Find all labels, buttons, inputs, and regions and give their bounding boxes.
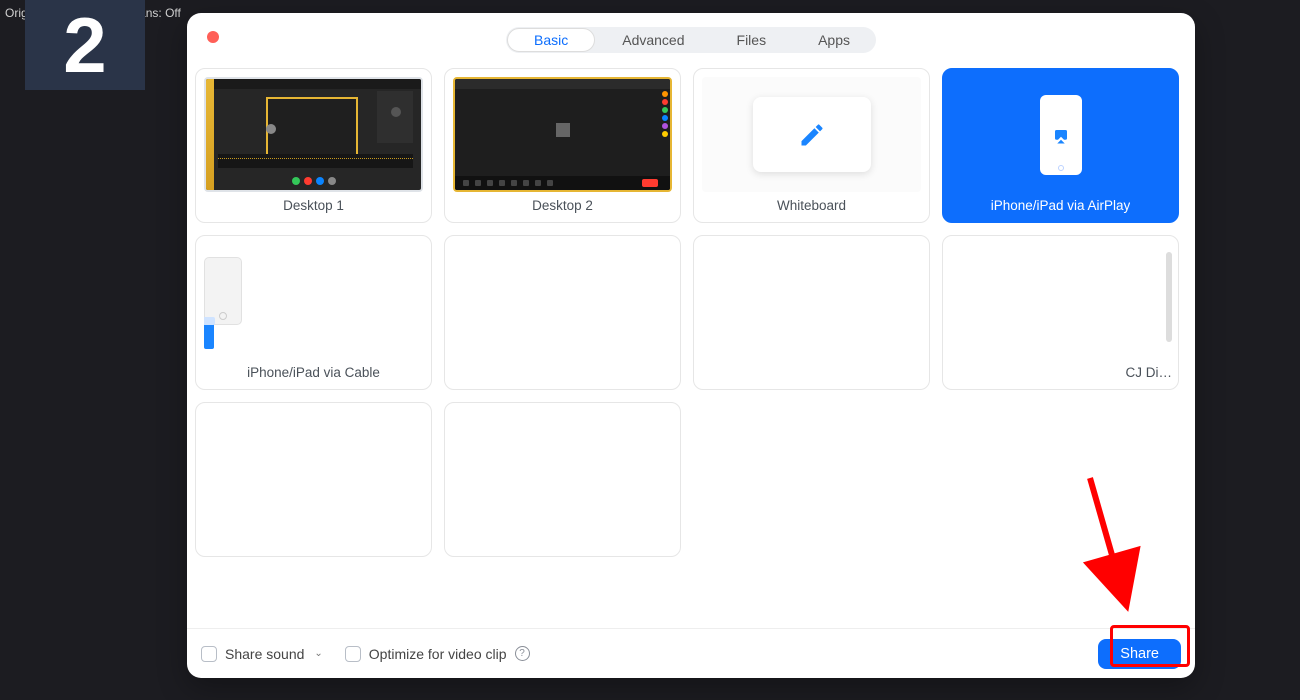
phone-icon [1040, 95, 1082, 175]
tab-files[interactable]: Files [711, 27, 793, 53]
chevron-down-icon[interactable]: ⌄ [314, 648, 322, 659]
source-iphone-cable[interactable]: iPhone/iPad via Cable [195, 235, 432, 390]
checkbox-icon [201, 646, 217, 662]
share-sources-grid: Desktop 1 Desktop 2 Whiteboard [187, 58, 1195, 628]
thumbnail-whiteboard [702, 77, 921, 192]
thumbnail-blank [453, 244, 672, 359]
tab-basic[interactable]: Basic [507, 28, 595, 52]
source-blank-3[interactable] [195, 402, 432, 557]
source-desktop-1[interactable]: Desktop 1 [195, 68, 432, 223]
thumbnail-desktop-2 [453, 77, 672, 192]
source-label: iPhone/iPad via Cable [247, 365, 380, 380]
source-iphone-airplay[interactable]: iPhone/iPad via AirPlay [942, 68, 1179, 223]
airplay-icon [1052, 127, 1070, 145]
share-sound-checkbox[interactable]: Share sound ⌄ [201, 646, 323, 662]
close-icon[interactable] [207, 31, 219, 43]
thumbnail-blank [702, 244, 921, 359]
cable-icon [204, 323, 214, 349]
share-button[interactable]: Share [1098, 639, 1181, 669]
share-sound-label: Share sound [225, 646, 304, 662]
thumbnail-window: n [453, 411, 672, 526]
modal-header: Basic Advanced Files Apps [187, 13, 1195, 58]
phone-icon [204, 257, 242, 325]
tab-advanced[interactable]: Advanced [596, 27, 710, 53]
window-traffic-lights[interactable] [207, 31, 219, 43]
checkbox-icon [345, 646, 361, 662]
category-tabs: Basic Advanced Files Apps [506, 27, 876, 53]
modal-footer: Share sound ⌄ Optimize for video clip ? … [187, 628, 1195, 678]
optimize-label: Optimize for video clip [369, 646, 507, 662]
source-whiteboard[interactable]: Whiteboard [693, 68, 930, 223]
source-window-n[interactable]: n [444, 402, 681, 557]
help-icon[interactable]: ? [515, 646, 530, 661]
source-window-truncated[interactable]: CJ Di… [942, 235, 1179, 390]
source-label: Desktop 2 [532, 198, 593, 213]
thumbnail-airplay [951, 77, 1170, 192]
source-label: iPhone/iPad via AirPlay [991, 198, 1131, 213]
source-blank-2[interactable] [693, 235, 930, 390]
optimize-video-checkbox[interactable]: Optimize for video clip ? [345, 646, 530, 662]
source-blank-1[interactable] [444, 235, 681, 390]
tab-apps[interactable]: Apps [792, 27, 876, 53]
thumbnail-window [951, 244, 1172, 359]
share-screen-modal: Basic Advanced Files Apps Desktop 1 [187, 13, 1195, 678]
step-number-badge: 2 [25, 0, 145, 90]
thumbnail-cable [204, 244, 423, 359]
thumbnail-blank [204, 411, 423, 526]
source-label: CJ Di… [1126, 365, 1173, 380]
pen-icon [798, 121, 826, 149]
source-label: Desktop 1 [283, 198, 344, 213]
source-label: Whiteboard [777, 198, 846, 213]
thumbnail-desktop-1 [204, 77, 423, 192]
source-desktop-2[interactable]: Desktop 2 [444, 68, 681, 223]
